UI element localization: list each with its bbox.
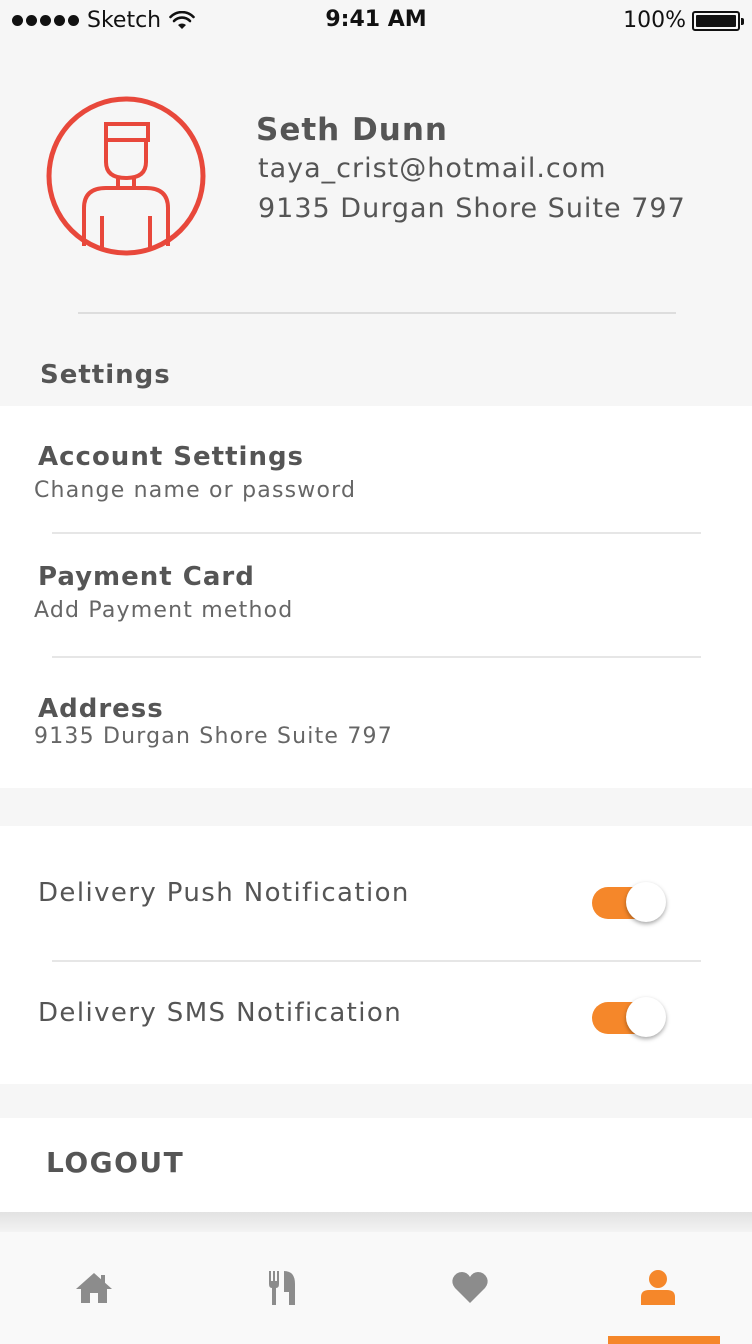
push-notification-label: Delivery Push Notification	[38, 878, 410, 908]
profile-address: 9135 Durgan Shore Suite 797	[258, 193, 686, 224]
settings-item-account[interactable]: Account Settings Change name or password	[0, 406, 752, 532]
settings-card: Account Settings Change name or password…	[0, 406, 752, 788]
settings-item-payment-card[interactable]: Payment Card Add Payment method	[0, 534, 752, 656]
logout-label: LOGOUT	[46, 1146, 185, 1179]
toggle-knob	[626, 997, 666, 1037]
tab-bar	[0, 1232, 752, 1344]
status-bar: Sketch 9:41 AM 100%	[0, 0, 752, 42]
toggle-knob	[626, 882, 666, 922]
row-divider	[52, 960, 701, 962]
battery-percentage: 100%	[623, 8, 686, 33]
heart-icon	[452, 1272, 488, 1303]
settings-item-subtitle: Change name or password	[34, 478, 357, 503]
settings-heading: Settings	[40, 360, 171, 390]
profile-email: taya_crist@hotmail.com	[258, 153, 607, 184]
tab-restaurants[interactable]	[188, 1232, 376, 1344]
profile-divider	[78, 312, 676, 314]
profile-name: Seth Dunn	[256, 112, 448, 148]
home-icon	[76, 1273, 112, 1303]
sms-notification-label: Delivery SMS Notification	[38, 998, 403, 1028]
settings-item-title: Account Settings	[38, 442, 305, 472]
settings-item-subtitle: 9135 Durgan Shore Suite 797	[34, 724, 393, 749]
settings-item-title: Payment Card	[38, 562, 255, 592]
user-outline-icon	[46, 96, 206, 256]
status-right: 100%	[623, 8, 744, 33]
battery-icon	[692, 10, 744, 31]
settings-item-address[interactable]: Address 9135 Durgan Shore Suite 797	[0, 658, 752, 788]
notifications-card: Delivery Push Notification Delivery SMS …	[0, 826, 752, 1084]
tab-home[interactable]	[0, 1232, 188, 1344]
tab-favorites[interactable]	[376, 1232, 564, 1344]
tab-bar-shadow	[0, 1212, 752, 1232]
tab-profile[interactable]	[564, 1232, 752, 1344]
settings-item-title: Address	[38, 694, 164, 724]
logout-button[interactable]: LOGOUT	[0, 1118, 752, 1212]
push-notification-toggle[interactable]	[592, 882, 666, 924]
sms-notification-toggle[interactable]	[592, 997, 666, 1039]
settings-item-subtitle: Add Payment method	[34, 598, 294, 623]
fork-knife-icon	[269, 1271, 295, 1305]
user-icon	[641, 1270, 675, 1305]
active-tab-indicator	[608, 1336, 720, 1344]
